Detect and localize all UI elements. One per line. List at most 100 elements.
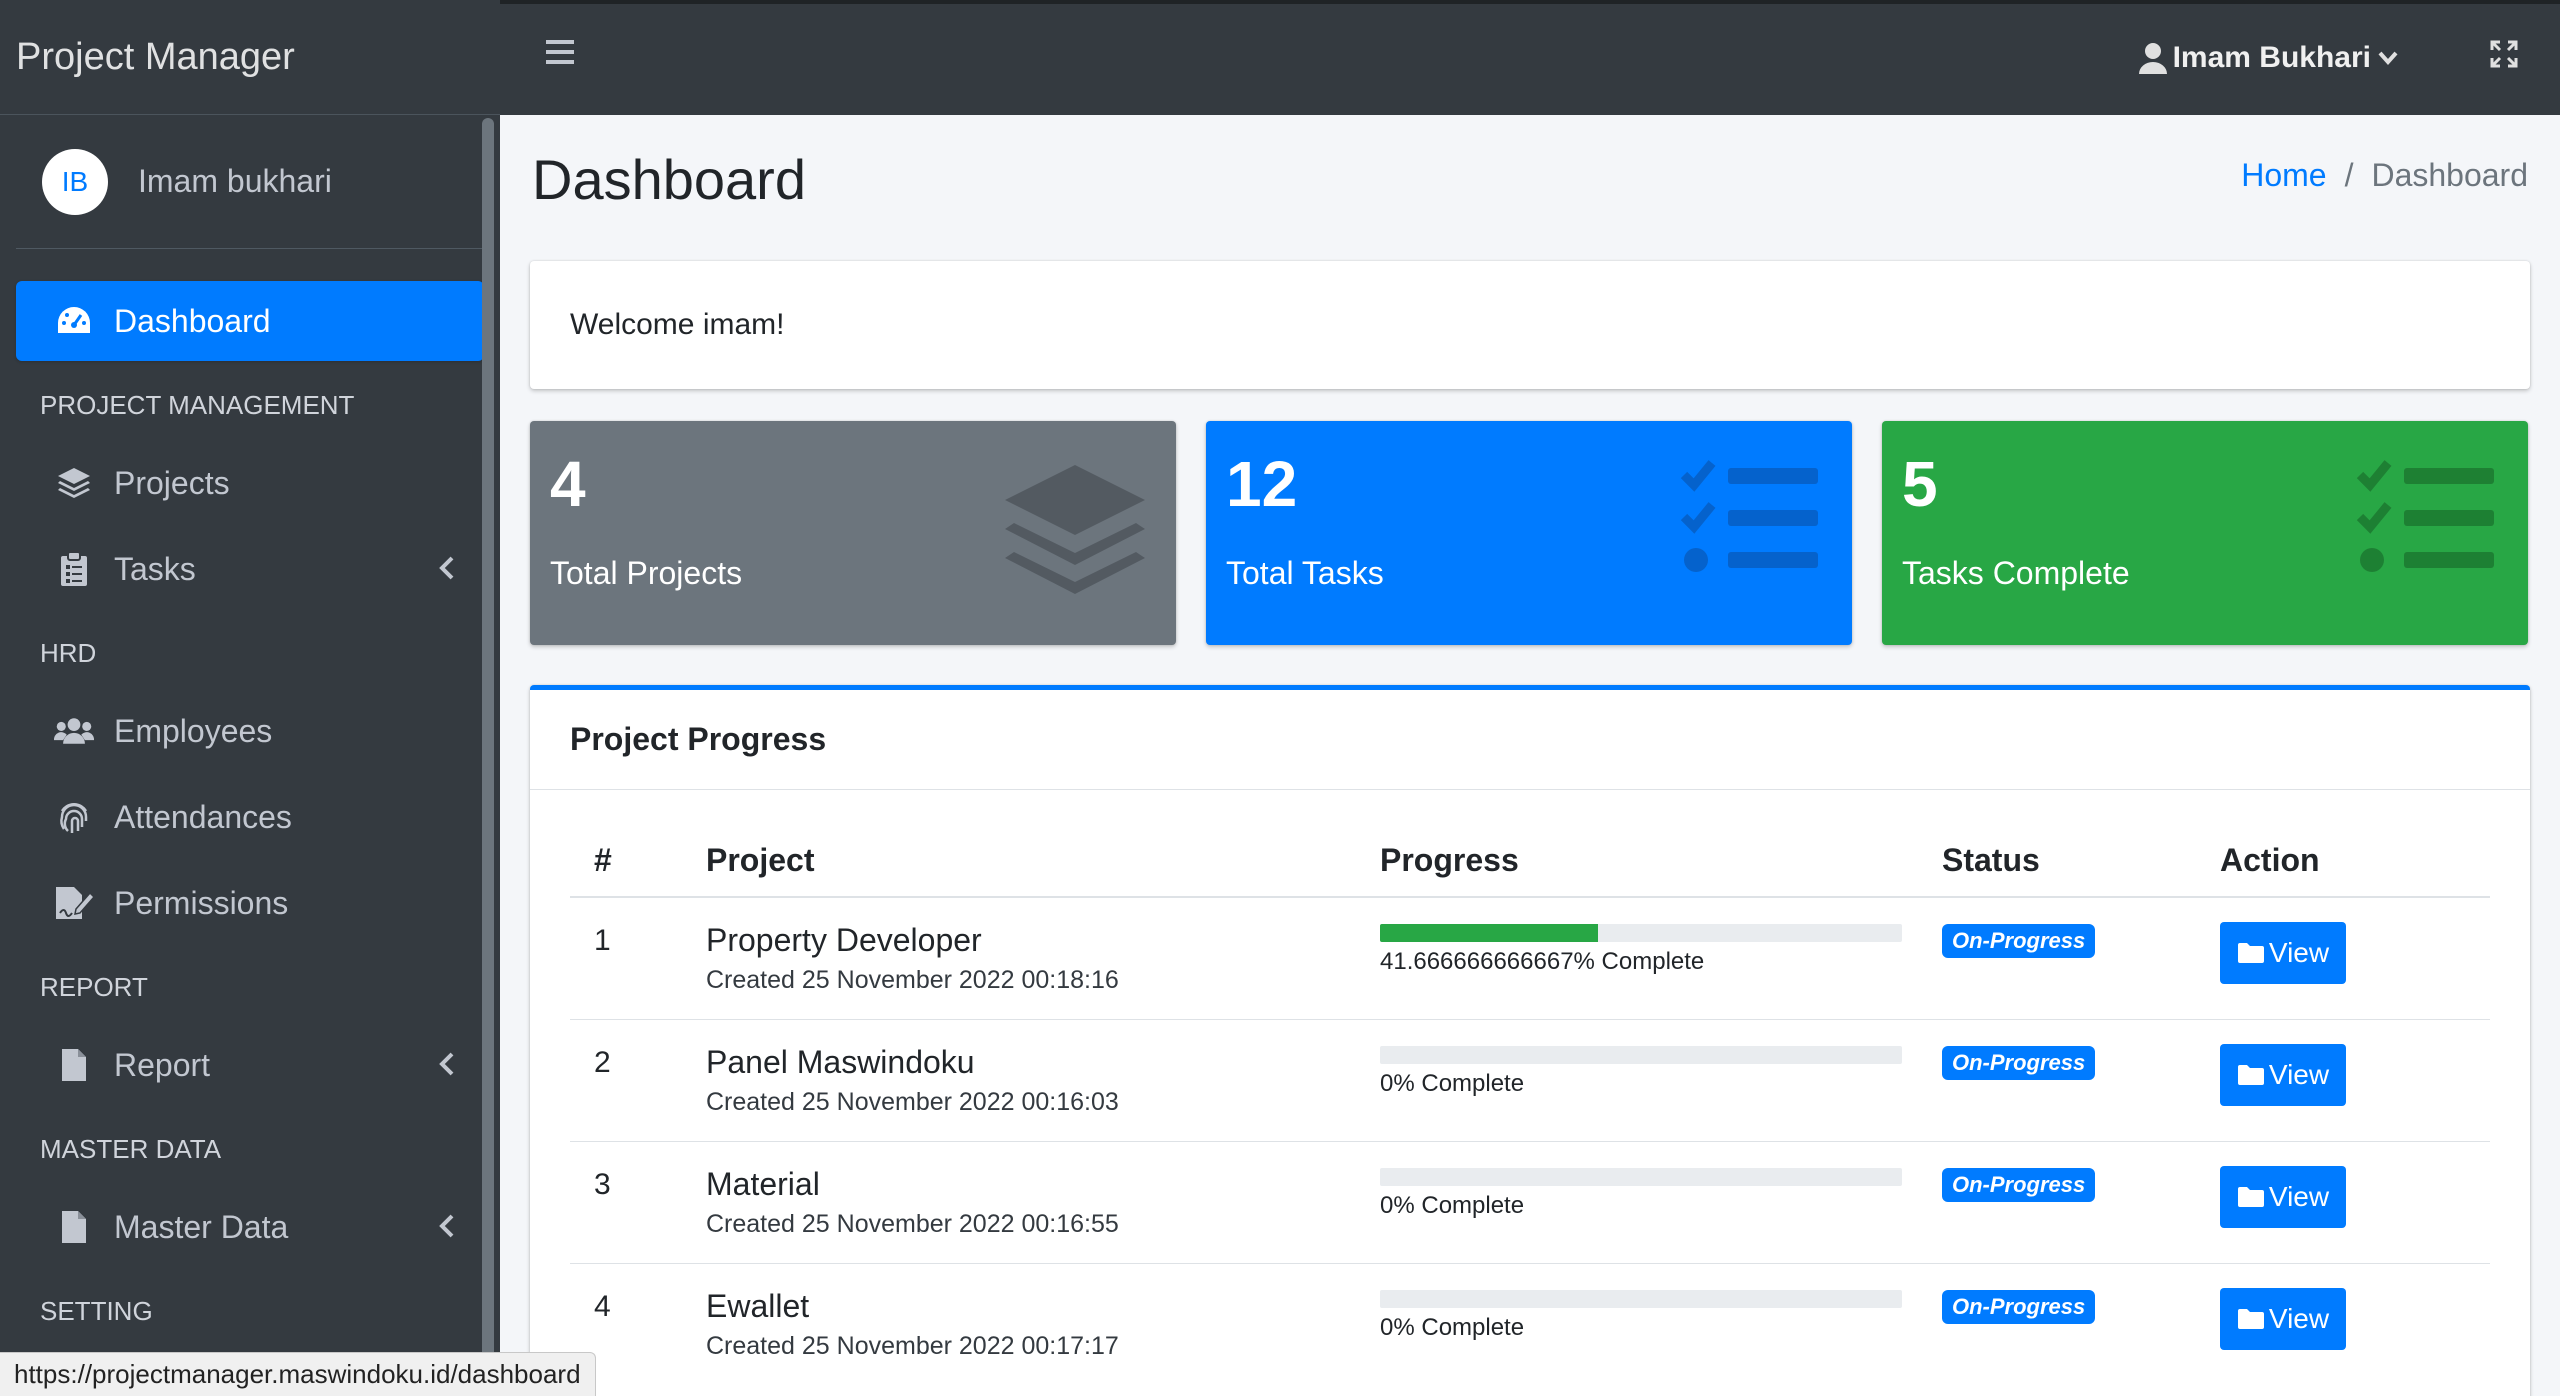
sidebar-item-label: Dashboard bbox=[114, 302, 271, 339]
nav-header-setting: SETTING bbox=[40, 1295, 153, 1326]
breadcrumb-current: Dashboard bbox=[2371, 157, 2528, 193]
project-created: Created 25 November 2022 00:17:17 bbox=[706, 1332, 1119, 1360]
user-name: Imam bukhari bbox=[138, 163, 332, 199]
content-wrapper: Dashboard Home / Dashboard Welcome imam!… bbox=[500, 115, 2560, 1396]
status-badge: On-Progress bbox=[1942, 1168, 2096, 1202]
row-number: 3 bbox=[594, 1168, 611, 1201]
project-name: Ewallet bbox=[706, 1288, 810, 1324]
page-title: Dashboard bbox=[532, 148, 806, 211]
fullscreen-icon[interactable] bbox=[2488, 38, 2520, 75]
table-header: # Project Progress Status Action bbox=[570, 830, 2490, 898]
sidebar-item-label: Attendances bbox=[114, 798, 292, 835]
stat-label: Tasks Complete bbox=[1902, 555, 2130, 591]
nav-header-project-management: PROJECT MANAGEMENT bbox=[40, 389, 355, 420]
card-title: Project Progress bbox=[530, 690, 2530, 790]
users-icon bbox=[54, 711, 94, 751]
sidebar-item-label: Tasks bbox=[114, 550, 196, 587]
progress-text: 41.666666666667% Complete bbox=[1380, 948, 1705, 975]
progress-text: 0% Complete bbox=[1380, 1070, 1525, 1097]
folder-icon bbox=[2237, 1065, 2264, 1085]
view-button[interactable]: View bbox=[2220, 922, 2346, 984]
table-row: 1 Property Developer Created 25 November… bbox=[570, 898, 2490, 1020]
clipboard-list-icon bbox=[54, 549, 94, 589]
row-number: 4 bbox=[594, 1290, 611, 1323]
column-header-action: Action bbox=[2220, 842, 2320, 878]
layer-group-icon bbox=[1000, 455, 1150, 610]
chevron-left-icon bbox=[439, 1052, 454, 1076]
welcome-card: Welcome imam! bbox=[530, 261, 2530, 389]
column-header-progress: Progress bbox=[1380, 842, 1519, 878]
top-navbar: Imam Bukhari bbox=[500, 0, 2560, 115]
view-button-label: View bbox=[2268, 1059, 2330, 1090]
column-header-project: Project bbox=[706, 842, 815, 878]
project-name: Material bbox=[706, 1166, 820, 1202]
sidebar-scrollbar[interactable] bbox=[482, 118, 494, 1358]
layer-group-icon bbox=[54, 463, 94, 503]
welcome-text: Welcome imam! bbox=[570, 308, 785, 341]
column-header-status: Status bbox=[1942, 842, 2040, 878]
view-button-label: View bbox=[2268, 937, 2330, 968]
brand-title: Project Manager bbox=[16, 35, 295, 78]
sidebar-item-attendances[interactable]: Attendances bbox=[16, 777, 484, 857]
chevron-left-icon bbox=[439, 556, 454, 580]
user-dropdown[interactable]: Imam Bukhari bbox=[2133, 41, 2405, 75]
column-header-no: # bbox=[594, 842, 612, 878]
tachometer-icon bbox=[54, 301, 94, 341]
brand-link[interactable]: Project Manager bbox=[0, 0, 500, 115]
sidebar-item-employees[interactable]: Employees bbox=[16, 691, 484, 771]
stat-box-total-tasks: 12 Total Tasks bbox=[1206, 421, 1852, 645]
user-panel[interactable]: IB Imam bukhari bbox=[16, 115, 484, 249]
progress-bar bbox=[1380, 1046, 1902, 1064]
sidebar-item-report[interactable]: Report bbox=[16, 1025, 484, 1105]
view-button[interactable]: View bbox=[2220, 1288, 2346, 1350]
sidebar-item-projects[interactable]: Projects bbox=[16, 443, 484, 523]
view-button-label: View bbox=[2268, 1303, 2330, 1334]
sidebar-item-label: Master Data bbox=[114, 1208, 289, 1245]
stat-value: 12 bbox=[1226, 448, 1298, 520]
breadcrumb: Home / Dashboard bbox=[2241, 157, 2528, 194]
stat-label: Total Tasks bbox=[1226, 555, 1384, 591]
stat-box-tasks-complete: 5 Tasks Complete bbox=[1882, 421, 2528, 645]
row-number: 2 bbox=[594, 1046, 611, 1079]
breadcrumb-separator: / bbox=[2344, 157, 2354, 193]
nav-header-hrd: HRD bbox=[40, 637, 97, 668]
project-progress-card: Project Progress # Project Progress Stat… bbox=[530, 685, 2530, 1396]
tasks-icon bbox=[1676, 455, 1826, 590]
breadcrumb-home-link[interactable]: Home bbox=[2241, 157, 2326, 194]
file-icon bbox=[54, 1207, 94, 1247]
row-number: 1 bbox=[594, 924, 611, 957]
project-created: Created 25 November 2022 00:18:16 bbox=[706, 966, 1119, 994]
table-row: 3 Material Created 25 November 2022 00:1… bbox=[570, 1142, 2490, 1264]
avatar: IB bbox=[42, 148, 108, 215]
sidebar-item-tasks[interactable]: Tasks bbox=[16, 529, 484, 609]
progress-text: 0% Complete bbox=[1380, 1314, 1525, 1341]
sidebar-item-permissions[interactable]: Permissions bbox=[16, 863, 484, 943]
fingerprint-icon bbox=[54, 797, 94, 837]
user-icon bbox=[2138, 43, 2167, 74]
stat-label: Total Projects bbox=[550, 555, 743, 591]
progress-bar bbox=[1380, 924, 1902, 942]
project-name: Property Developer bbox=[706, 922, 982, 958]
browser-status-url: https://projectmanager.maswindoku.id/das… bbox=[0, 1352, 596, 1396]
folder-icon bbox=[2237, 1309, 2264, 1329]
project-created: Created 25 November 2022 00:16:55 bbox=[706, 1210, 1119, 1238]
sidebar-item-dashboard[interactable]: Dashboard bbox=[16, 281, 484, 361]
status-badge: On-Progress bbox=[1942, 1290, 2096, 1324]
table-row: 4 Ewallet Created 25 November 2022 00:17… bbox=[570, 1264, 2490, 1386]
sidebar-item-label: Report bbox=[114, 1046, 211, 1083]
hamburger-menu-icon[interactable] bbox=[544, 38, 576, 71]
status-badge: On-Progress bbox=[1942, 1046, 2096, 1080]
table-row: 2 Panel Maswindoku Created 25 November 2… bbox=[570, 1020, 2490, 1142]
sidebar-item-master-data[interactable]: Master Data bbox=[16, 1187, 484, 1267]
view-button[interactable]: View bbox=[2220, 1044, 2346, 1106]
sidebar-nav: Dashboard PROJECT MANAGEMENT Projects Ta… bbox=[0, 249, 500, 1349]
sidebar-item-label: Permissions bbox=[114, 884, 289, 921]
sidebar-item-label: Employees bbox=[114, 712, 273, 749]
progress-bar bbox=[1380, 1168, 1902, 1186]
sidebar-item-label: Projects bbox=[114, 464, 230, 501]
view-button[interactable]: View bbox=[2220, 1166, 2346, 1228]
nav-header-report: REPORT bbox=[40, 971, 148, 1002]
project-name: Panel Maswindoku bbox=[706, 1044, 975, 1080]
main-sidebar: Project Manager IB Imam bukhari Dashboar… bbox=[0, 0, 500, 1396]
navbar-user-name: Imam Bukhari bbox=[2172, 41, 2371, 74]
